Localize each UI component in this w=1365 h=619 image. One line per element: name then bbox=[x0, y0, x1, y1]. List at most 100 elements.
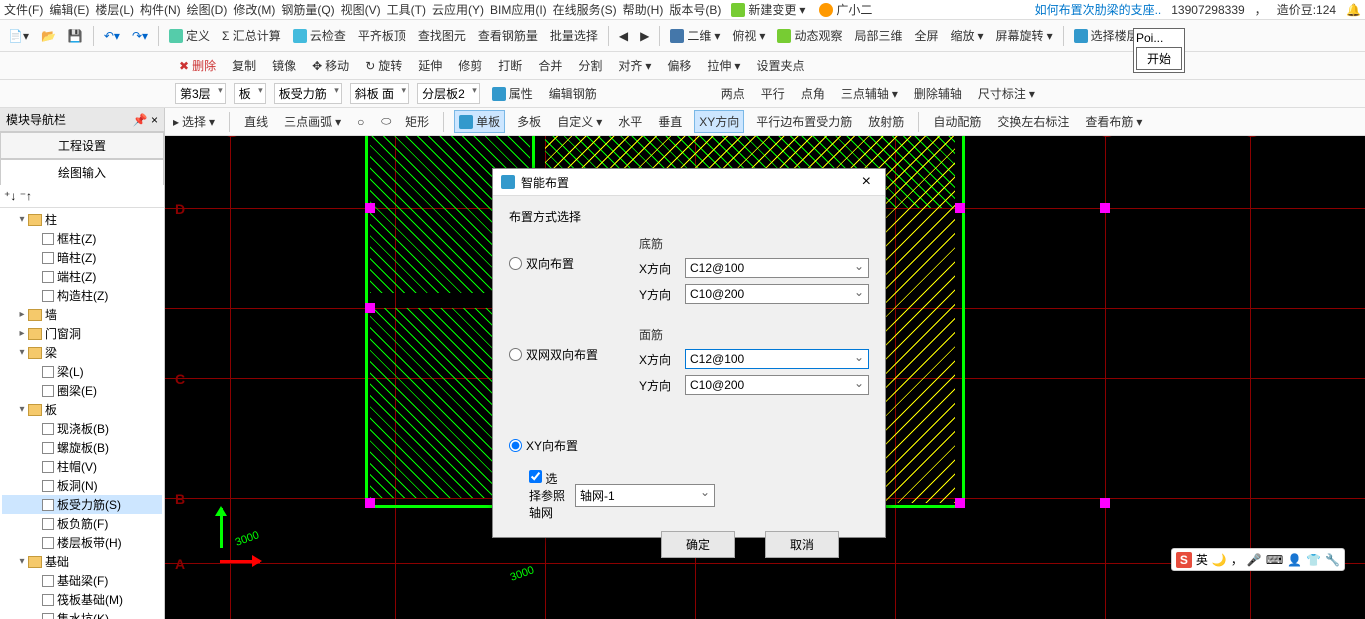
dimension-button[interactable]: 尺寸标注▾ bbox=[974, 83, 1039, 104]
property-button[interactable]: 属性 bbox=[488, 83, 537, 104]
break-button[interactable]: 打断 bbox=[494, 55, 526, 76]
layer-select[interactable]: 分层板2 bbox=[417, 83, 480, 104]
floor-select[interactable]: 第3层 bbox=[175, 83, 226, 104]
axis-ref-checkbox[interactable]: 选择参照轴网 bbox=[529, 470, 569, 521]
bottom-y-combo[interactable]: C10@200 bbox=[685, 284, 869, 304]
trim-button[interactable]: 修剪 bbox=[454, 55, 486, 76]
ellipse-icon[interactable]: ⬭ bbox=[377, 112, 393, 131]
expand-icon[interactable]: ⁺↓ bbox=[4, 189, 16, 203]
2d-button[interactable]: 二维▾ bbox=[666, 25, 724, 46]
edit-steel-button[interactable]: 编辑钢筋 bbox=[545, 83, 601, 104]
find-button[interactable]: 查找图元 bbox=[414, 25, 470, 46]
angle-button[interactable]: 点角 bbox=[797, 83, 829, 104]
tree-item[interactable]: 构造柱(Z) bbox=[2, 286, 162, 305]
cloud-check-button[interactable]: 云检查 bbox=[289, 25, 350, 46]
tree-item[interactable]: 板负筋(F) bbox=[2, 514, 162, 533]
tree-item[interactable]: 梁(L) bbox=[2, 362, 162, 381]
move-button[interactable]: ✥移动 bbox=[308, 55, 353, 76]
slab-select[interactable]: 斜板 面 bbox=[350, 83, 409, 104]
person-icon[interactable]: 👤 bbox=[1287, 553, 1302, 567]
tooltip-start-button[interactable]: 开始 bbox=[1136, 47, 1182, 70]
align-button[interactable]: 对齐▾ bbox=[614, 55, 655, 76]
tree-item[interactable]: 现浇板(B) bbox=[2, 419, 162, 438]
sum-button[interactable]: Σ 汇总计算 bbox=[218, 25, 285, 46]
redo-icon[interactable]: ↷▾ bbox=[128, 27, 152, 45]
tree-item[interactable]: 集水坑(K) bbox=[2, 609, 162, 619]
ok-button[interactable]: 确定 bbox=[661, 531, 735, 558]
view-rebar-button[interactable]: 查看布筋▾ bbox=[1081, 111, 1146, 132]
parallel-button[interactable]: 平行 bbox=[757, 83, 789, 104]
define-button[interactable]: 定义 bbox=[165, 25, 214, 46]
sogou-icon[interactable]: S bbox=[1176, 552, 1192, 568]
menu-comp[interactable]: 构件(N) bbox=[140, 1, 181, 18]
save-icon[interactable]: 💾 bbox=[64, 27, 87, 45]
prev-icon[interactable]: ◀ bbox=[615, 27, 632, 45]
ime-lang[interactable]: 英 bbox=[1196, 551, 1208, 568]
close-icon[interactable]: × bbox=[856, 173, 877, 191]
bell-icon[interactable]: 🔔 bbox=[1346, 3, 1361, 17]
rect-button[interactable]: 矩形 bbox=[401, 111, 433, 132]
tree-item[interactable]: 暗柱(Z) bbox=[2, 248, 162, 267]
batch-select-button[interactable]: 批量选择 bbox=[546, 25, 602, 46]
auto-rebar-button[interactable]: 自动配筋 bbox=[929, 111, 985, 132]
grip-button[interactable]: 设置夹点 bbox=[752, 55, 808, 76]
menu-version[interactable]: 版本号(B) bbox=[669, 1, 721, 18]
stretch-button[interactable]: 拉伸▾ bbox=[703, 55, 744, 76]
radio-double-net[interactable]: 双网双向布置 bbox=[509, 346, 619, 363]
tree-item[interactable]: 板洞(N) bbox=[2, 476, 162, 495]
tree-item[interactable]: 框柱(Z) bbox=[2, 229, 162, 248]
help-link[interactable]: 如何布置次肋梁的支座.. bbox=[1035, 1, 1162, 18]
menu-modify[interactable]: 修改(M) bbox=[233, 1, 275, 18]
mic-icon[interactable]: 🎤 bbox=[1247, 553, 1262, 567]
tree-item[interactable]: 圈梁(E) bbox=[2, 381, 162, 400]
tree-item[interactable]: 基础梁(F) bbox=[2, 571, 162, 590]
swap-annotation-button[interactable]: 交换左右标注 bbox=[993, 111, 1073, 132]
vert-button[interactable]: 垂直 bbox=[654, 111, 686, 132]
menu-edit[interactable]: 编辑(E) bbox=[49, 1, 89, 18]
tree-item[interactable]: 楼层板带(H) bbox=[2, 533, 162, 552]
screen-rotate-button[interactable]: 屏幕旋转▾ bbox=[992, 25, 1057, 46]
subcomp-select[interactable]: 板受力筋 bbox=[274, 83, 342, 104]
top-view-button[interactable]: 俯视▾ bbox=[728, 25, 769, 46]
undo-icon[interactable]: ↶▾ bbox=[100, 27, 124, 45]
tree-item[interactable]: ▾柱 bbox=[2, 210, 162, 229]
radio-bidirectional[interactable]: 双向布置 bbox=[509, 255, 619, 272]
open-icon[interactable]: 📂 bbox=[37, 27, 60, 45]
menu-floor[interactable]: 楼层(L) bbox=[95, 1, 134, 18]
zoom-button[interactable]: 缩放▾ bbox=[947, 25, 988, 46]
fullscreen-button[interactable]: 全屏 bbox=[910, 25, 942, 46]
select-button[interactable]: ▸选择▾ bbox=[169, 111, 219, 132]
menu-cloud[interactable]: 云应用(Y) bbox=[432, 1, 484, 18]
circle-icon[interactable]: ○ bbox=[353, 113, 369, 131]
next-icon[interactable]: ▶ bbox=[636, 27, 653, 45]
select-floor-button[interactable]: 选择楼层 bbox=[1070, 25, 1143, 46]
tree-item[interactable]: 柱帽(V) bbox=[2, 457, 162, 476]
tab-draw-input[interactable]: 绘图输入 bbox=[0, 159, 164, 185]
menu-bim[interactable]: BIM应用(I) bbox=[490, 1, 547, 18]
tab-project-settings[interactable]: 工程设置 bbox=[0, 132, 164, 159]
new-change-button[interactable]: 新建变更▾ bbox=[727, 0, 809, 20]
menu-tool[interactable]: 工具(T) bbox=[387, 1, 426, 18]
keyboard-icon[interactable]: ⌨ bbox=[1266, 553, 1283, 567]
tree-item[interactable]: 螺旋板(B) bbox=[2, 438, 162, 457]
dynamic-button[interactable]: 动态观察 bbox=[773, 25, 846, 46]
merge-button[interactable]: 合并 bbox=[534, 55, 566, 76]
arc-button[interactable]: 三点画弧▾ bbox=[280, 111, 345, 132]
split-button[interactable]: 分割 bbox=[574, 55, 606, 76]
delete-axis-button[interactable]: 删除辅轴 bbox=[910, 83, 966, 104]
bottom-x-combo[interactable]: C12@100 bbox=[685, 258, 869, 278]
single-slab-button[interactable]: 单板 bbox=[454, 110, 505, 133]
axis-combo[interactable]: 轴网-1 bbox=[575, 484, 715, 507]
mirror-button[interactable]: 镜像 bbox=[268, 55, 300, 76]
top-x-combo[interactable]: C12@100 bbox=[685, 349, 869, 369]
parallel-edge-button[interactable]: 平行边布置受力筋 bbox=[752, 111, 856, 132]
rotate-button[interactable]: ↻旋转 bbox=[361, 55, 406, 76]
new-icon[interactable]: 📄▾ bbox=[4, 27, 33, 45]
collapse-icon[interactable]: ⁻↑ bbox=[20, 189, 32, 203]
line-button[interactable]: 直线 bbox=[240, 111, 272, 132]
delete-button[interactable]: ✖删除 bbox=[175, 55, 220, 76]
custom-button[interactable]: 自定义▾ bbox=[553, 111, 606, 132]
view-steel-button[interactable]: 查看钢筋量 bbox=[474, 25, 542, 46]
menu-draw[interactable]: 绘图(D) bbox=[187, 1, 228, 18]
two-point-button[interactable]: 两点 bbox=[717, 83, 749, 104]
